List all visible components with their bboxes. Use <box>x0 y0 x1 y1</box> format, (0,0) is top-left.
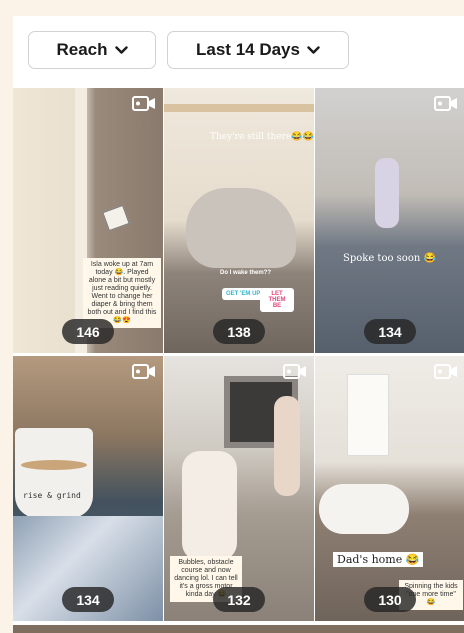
child-figure <box>375 158 399 228</box>
child-figure <box>182 451 237 561</box>
story-tile[interactable]: Isla woke up at 7am today 😂. Played alon… <box>13 88 163 353</box>
poll-option-a: GET 'EM UP <box>222 288 265 300</box>
story-overlay-text: Spoke too soon 😂 <box>343 253 436 264</box>
video-camera-icon <box>132 96 155 111</box>
bookshelf <box>347 374 389 456</box>
chevron-down-icon <box>114 45 128 54</box>
video-camera-icon <box>434 96 457 111</box>
next-row-peek <box>13 625 464 633</box>
video-camera-icon <box>434 364 457 379</box>
video-camera-icon <box>283 364 306 379</box>
story-overlay-text: They're still there😂😂 <box>210 132 314 142</box>
story-tile[interactable]: Dad's home 😂 Spinning the kids "one more… <box>315 356 464 621</box>
chevron-down-icon <box>307 45 320 54</box>
story-tile[interactable]: rise & grind 134 <box>13 356 163 621</box>
reach-count: 134 <box>62 587 114 612</box>
poll-option-b: LET THEM BE <box>260 288 294 312</box>
reach-count: 132 <box>213 587 265 612</box>
question-sticker: Do I wake them?? <box>220 270 272 276</box>
metric-dropdown-label: Reach <box>56 40 108 59</box>
bed-rail <box>164 104 314 112</box>
reach-count: 134 <box>364 319 416 344</box>
sleeping-kids <box>186 188 296 268</box>
insights-panel: Reach Last 14 Days Isla woke up at 7am t… <box>13 16 464 633</box>
story-tile[interactable]: Bubbles, obstacle course and now dancing… <box>164 356 314 621</box>
mug <box>15 428 93 518</box>
person-figure <box>319 484 409 534</box>
date-range-label: Last 14 Days <box>196 40 300 59</box>
date-range-dropdown[interactable]: Last 14 Days <box>167 31 349 69</box>
reach-count: 138 <box>213 319 265 344</box>
metric-dropdown[interactable]: Reach <box>28 31 156 69</box>
mug-text: rise & grind <box>23 491 81 500</box>
story-tile[interactable]: They're still there😂😂 Do I wake them?? G… <box>164 88 314 353</box>
reach-count: 146 <box>62 319 114 344</box>
child-figure <box>274 396 300 496</box>
video-camera-icon <box>132 364 155 379</box>
story-caption: Isla woke up at 7am today 😂. Played alon… <box>83 258 161 328</box>
story-overlay-text: Dad's home 😂 <box>333 552 424 567</box>
story-tile[interactable]: Spoke too soon 😂 134 <box>315 88 464 353</box>
reach-count: 130 <box>364 587 416 612</box>
mug-coffee <box>21 460 87 470</box>
